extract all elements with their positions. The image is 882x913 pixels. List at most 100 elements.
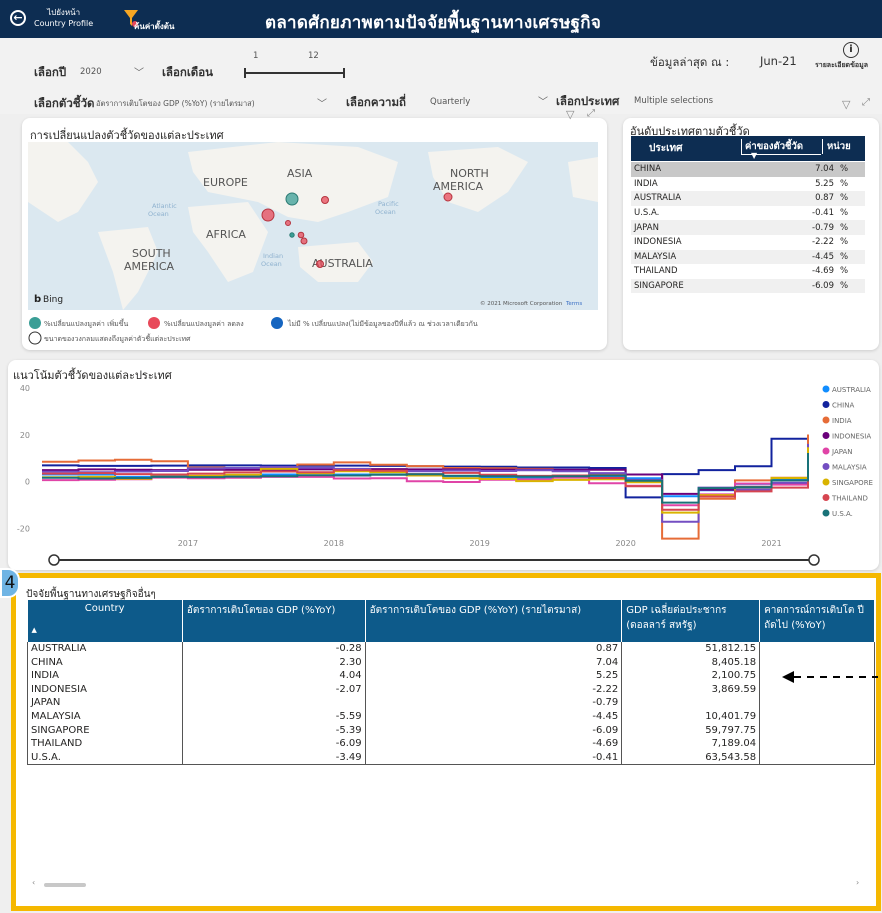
series-line-india[interactable]	[42, 434, 809, 540]
table-row[interactable]: THAILAND -6.09 -4.69 7,189.04	[27, 737, 875, 751]
trend-line-chart[interactable]: 40 20 0 -20 2017 2018 2019 2020 2021 AUSTRALIA CHI…	[8, 380, 879, 568]
rank-cell-unit: %	[840, 164, 849, 175]
rank-row[interactable]: JAPAN -0.79%	[631, 220, 865, 235]
bubble-indonesia[interactable]	[300, 237, 308, 245]
table-row[interactable]: MALAYSIA -5.59 -4.45 10,401.79	[27, 709, 875, 724]
bubble-malaysia[interactable]	[289, 232, 295, 238]
month-slider-track[interactable]	[245, 72, 345, 74]
series-line-china[interactable]	[42, 437, 809, 499]
year-dropdown[interactable]: 2020	[80, 67, 102, 77]
legend-label[interactable]: THAILAND	[831, 495, 868, 503]
back-label-line2: Country Profile	[34, 19, 94, 28]
rank-row[interactable]: SINGAPORE -6.09%	[631, 278, 865, 294]
reset-filters-button[interactable]: ค้นค่าตั้งต้น	[134, 20, 174, 33]
back-to-country-profile-button[interactable]: ไปยังหน้า Country Profile	[34, 7, 93, 29]
table-row[interactable]: INDIA 4.04 5.25 2,100.75	[27, 669, 875, 683]
data-details-link[interactable]: รายละเอียดข้อมูล	[815, 60, 882, 71]
step-badge: 4	[0, 568, 20, 598]
legend-label[interactable]: JAPAN	[831, 448, 853, 456]
time-range-handle-end[interactable]	[808, 554, 820, 566]
legend-label[interactable]: AUSTRALIA	[832, 386, 871, 394]
frequency-dropdown[interactable]: Quarterly	[430, 97, 470, 107]
month-slider-handle-min[interactable]	[244, 68, 246, 78]
scroll-left-icon[interactable]: ‹	[32, 878, 35, 887]
col-forecast[interactable]: คาดการณ์การเติบโต ปีถัดไป (%YoY)	[759, 600, 875, 642]
legend-label[interactable]: MALAYSIA	[832, 464, 867, 472]
rank-row[interactable]: U.S.A. -0.41%	[631, 205, 865, 221]
legend-marker	[822, 416, 830, 424]
cell-gdp: -3.49	[182, 750, 366, 766]
col-gdp-quarterly[interactable]: อัตราการเติบโตของ GDP (%YoY) (รายไตรมาส)	[365, 600, 623, 642]
table-row[interactable]: INDONESIA -2.07 -2.22 3,869.59	[27, 682, 875, 697]
visual-filter-icon[interactable]: ▽	[842, 98, 850, 111]
map-terms-link[interactable]: Terms	[565, 301, 582, 307]
latest-data-label: ข้อมูลล่าสุด ณ :	[650, 55, 730, 69]
time-range-handle-start[interactable]	[48, 554, 60, 566]
rank-row[interactable]: INDIA 5.25%	[631, 176, 865, 192]
rank-cell-country: JAPAN	[634, 222, 659, 233]
rank-row[interactable]: THAILAND -4.69%	[631, 264, 865, 279]
legend-label[interactable]: U.S.A.	[832, 510, 853, 518]
table-row[interactable]: JAPAN -0.79	[27, 696, 875, 710]
rank-row[interactable]: MALAYSIA -4.45%	[631, 249, 865, 265]
rank-row[interactable]: INDONESIA -2.22%	[631, 234, 865, 250]
frequency-chevron-down-icon[interactable]: ﹀	[538, 93, 548, 108]
x-tick-label: 2018	[324, 539, 344, 548]
bubble-india[interactable]	[261, 208, 275, 222]
back-arrow-icon[interactable]: ←	[10, 10, 26, 26]
cell-country: JAPAN	[27, 696, 183, 710]
country-dropdown[interactable]: Multiple selections	[634, 96, 713, 106]
legend-marker	[822, 385, 830, 393]
col-country[interactable]: Country ▲	[27, 600, 183, 642]
scroll-right-icon[interactable]: ›	[856, 878, 859, 887]
table-row[interactable]: CHINA 2.30 7.04 8,405.18	[27, 655, 875, 670]
cell-gdp-per-capita: 63,543.58	[621, 750, 761, 766]
map-filter-icon[interactable]: ▽	[566, 108, 574, 121]
rank-cell-value: 5.25	[815, 178, 834, 189]
rank-cell-country: INDIA	[634, 178, 658, 189]
legend-marker	[822, 432, 830, 439]
legend-marker	[822, 478, 830, 486]
legend-up-dot	[29, 317, 41, 329]
focus-mode-icon[interactable]: ⤢	[862, 97, 870, 108]
rank-col-country[interactable]: ประเทศ	[649, 141, 682, 156]
bubble-usa[interactable]	[443, 192, 453, 202]
sort-desc-icon[interactable]: ▼	[751, 151, 757, 160]
y-tick-label: -20	[17, 524, 30, 533]
table-row[interactable]: SINGAPORE -5.39 -6.09 59,797.75	[27, 723, 875, 738]
sort-asc-icon[interactable]: ▲	[32, 626, 178, 634]
table-row[interactable]: U.S.A. -3.49 -0.41 63,543.58	[27, 750, 875, 766]
col-gdp-per-capita[interactable]: GDP เฉลี่ยต่อประชากร (ดอลลาร์ สหรัฐ)	[621, 600, 761, 642]
legend-label[interactable]: CHINA	[832, 402, 854, 410]
cell-gdp	[182, 696, 366, 710]
cell-forecast	[759, 682, 875, 697]
table-row[interactable]: AUSTRALIA -0.28 0.87 51,812.15	[27, 642, 875, 656]
legend-label[interactable]: INDIA	[832, 417, 852, 425]
indicator-chevron-down-icon[interactable]: ﹀	[317, 95, 327, 110]
rank-table: CHINA 7.04% INDIA 5.25% AUSTRALIA 0.87% U.S.A.…	[631, 162, 865, 294]
indicator-dropdown[interactable]: อัตราการเติบโตของ GDP (%YoY) (รายไตรมาส)	[96, 98, 255, 110]
bubble-thailand[interactable]	[285, 220, 291, 226]
year-chevron-down-icon[interactable]: ﹀	[134, 64, 144, 79]
world-map[interactable]: EUROPE ASIA NORTH AMERICA AFRICA SOUTH A…	[28, 142, 598, 310]
rank-col-unit[interactable]: หน่วย	[822, 139, 851, 154]
scrollbar-thumb[interactable]	[44, 883, 86, 887]
col-gdp[interactable]: อัตราการเติบโตของ GDP (%YoY)	[182, 600, 366, 642]
legend-label[interactable]: SINGAPORE	[832, 479, 873, 487]
bubble-china[interactable]	[285, 192, 299, 206]
rank-row[interactable]: CHINA 7.04%	[631, 162, 865, 177]
legend-marker	[822, 447, 830, 455]
month-slider-handle-max[interactable]	[343, 68, 345, 78]
bubble-australia[interactable]	[316, 260, 324, 268]
bubble-singapore[interactable]	[297, 231, 305, 239]
x-tick-label: 2017	[178, 539, 198, 548]
legend-label[interactable]: INDONESIA	[832, 433, 871, 441]
map-focus-icon[interactable]: ⤢	[587, 108, 595, 119]
bubble-japan[interactable]	[321, 196, 329, 204]
info-icon[interactable]: i	[843, 42, 859, 58]
rank-row[interactable]: AUSTRALIA 0.87%	[631, 191, 865, 206]
horizontal-scrollbar[interactable]: ‹ ›	[30, 878, 864, 890]
series-line-indonesia[interactable]	[42, 464, 809, 495]
rank-cell-country: THAILAND	[634, 266, 678, 277]
rank-cell-country: MALAYSIA	[634, 251, 677, 262]
